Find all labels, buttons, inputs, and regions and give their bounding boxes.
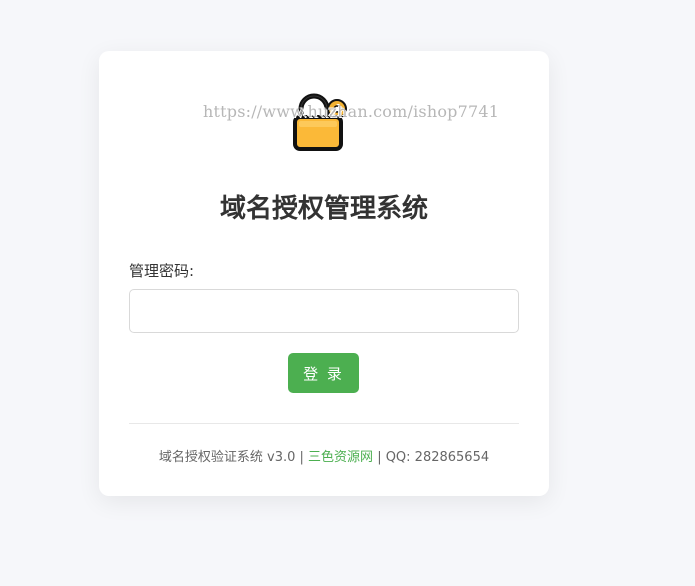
password-input[interactable]: [129, 289, 519, 333]
footer-system-text: 域名授权验证系统 v3.0 |: [158, 450, 304, 465]
password-label: 管理密码:: [129, 262, 195, 280]
footer-divider: [129, 423, 519, 424]
logo-area: https://www.huzhan.com/ishop7741: [99, 93, 549, 153]
footer-site-link[interactable]: 三色资源网: [308, 450, 373, 465]
page-title: 域名授权管理系统: [219, 194, 428, 224]
login-button[interactable]: 登 录: [288, 353, 359, 393]
footer-contact-text: | QQ: 282865654: [377, 450, 490, 465]
watermark-text: https://www.huzhan.com/ishop7741: [203, 102, 500, 121]
footer: 域名授权验证系统 v3.0 | 三色资源网 | QQ: 282865654: [99, 446, 549, 465]
login-card: https://www.huzhan.com/ishop7741 域名授权管理系…: [99, 51, 549, 496]
